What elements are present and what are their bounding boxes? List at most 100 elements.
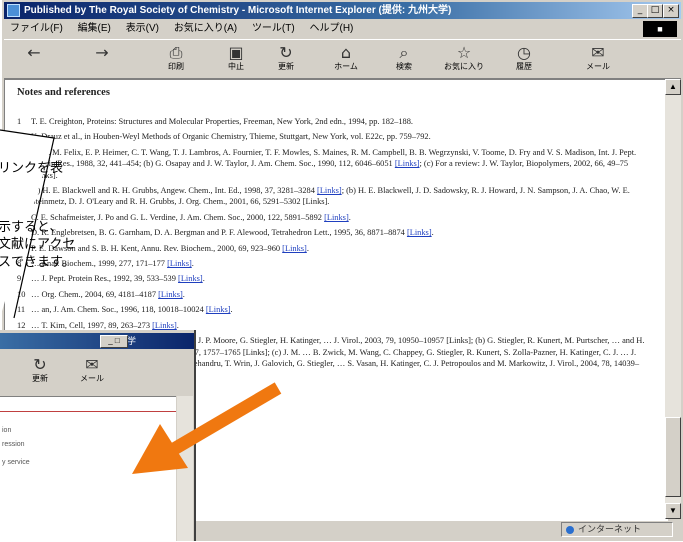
toolbar: ← → ⎙ 印刷 ▣ 中止 ↻ 更新 ⌂ ホーム ⌕ 検索 ☆ お気に入り ◷ … <box>4 39 681 79</box>
reference-item: 10 … Org. Chem., 2004, 69, 4181–4187 [Lin… <box>17 289 655 300</box>
forward-button[interactable]: → <box>80 44 124 76</box>
callout-line: リンクを表 <box>0 161 64 176</box>
reference-number: 3 <box>17 147 22 157</box>
reference-text: (a) H. E. Blackwell and R. H. Grubbs, An… <box>31 186 318 196</box>
ie-icon <box>7 4 20 17</box>
reference-text-tail: . <box>191 259 194 269</box>
menu-file[interactable]: ファイル(F) <box>4 20 69 38</box>
reference-link[interactable]: [Links] <box>206 305 231 314</box>
reference-number: 2 <box>17 132 22 142</box>
menu-tools[interactable]: ツール(T) <box>246 20 301 38</box>
reference-link[interactable]: [Links] <box>152 321 177 330</box>
history-button[interactable]: ◷ 履歴 <box>502 44 546 76</box>
reference-text-tail: . <box>230 305 233 315</box>
reference-item: 6 D. R. Englebretsen, B. G. Garnham, D. A… <box>17 227 655 238</box>
favorites-button[interactable]: ☆ お気に入り <box>442 44 486 76</box>
back-button[interactable]: ← <box>12 44 56 76</box>
menu-edit[interactable]: 編集(E) <box>72 20 117 38</box>
reference-text-tail: . <box>182 289 185 299</box>
popup-mail-button[interactable]: ✉ メール <box>70 356 114 388</box>
reference-text: … Org. Chem., 2004, 69, 4181–4187 <box>31 289 159 299</box>
reference-link[interactable]: [Links] <box>178 274 203 283</box>
stop-button[interactable]: ▣ 中止 <box>214 44 258 76</box>
stop-icon: ▣ <box>228 43 244 62</box>
reference-text: D. R. Englebretsen, B. G. Garnham, D. A.… <box>31 228 407 238</box>
windows-logo-icon: ■ <box>643 21 677 37</box>
reference-number: 10 <box>17 289 26 299</box>
window-title: Published by The Royal Society of Chemis… <box>24 5 452 16</box>
reference-item: 1 T. E. Creighton, Proteins: Structures a… <box>17 116 655 127</box>
reference-link[interactable]: [Links] <box>317 186 342 195</box>
reference-text: K. Drauz et al., in Houben-Weyl Methods … <box>31 132 431 142</box>
popup-window-buttons[interactable]: _ □ <box>100 335 128 348</box>
back-icon: ← <box>27 43 41 62</box>
vertical-scrollbar[interactable]: ▲ ▼ <box>665 79 681 519</box>
reference-link[interactable]: [Links] <box>158 290 183 299</box>
mail-icon: ✉ <box>85 355 99 374</box>
favorites-icon: ☆ <box>456 43 472 62</box>
reference-text-tail: . <box>202 274 205 284</box>
search-icon: ⌕ <box>399 43 409 62</box>
popup-title-bar[interactable]: 九州大学 _ □ <box>0 333 194 349</box>
popup-text-line: ression <box>2 441 25 448</box>
reference-item: 9 … J. Pept. Protein Res., 1992, 39, 533–… <box>17 273 655 284</box>
popup-toolbar: ↻ 更新 ✉ メール <box>0 350 194 394</box>
mail-button[interactable]: ✉ メール <box>576 44 620 76</box>
reference-link[interactable]: [Links] <box>407 228 432 237</box>
reference-text-tail: . <box>306 243 309 253</box>
print-icon: ⎙ <box>169 43 183 62</box>
reference-item: 3 (a) A. M. Felix, E. P. Heimer, C. T. Wa… <box>17 147 655 181</box>
maximize-button[interactable]: □ <box>647 4 663 18</box>
menu-favorites[interactable]: お気に入り(A) <box>168 20 243 38</box>
menu-view[interactable]: 表示(V) <box>120 20 165 38</box>
popup-content: ion ression y service <box>0 396 176 542</box>
popup-refresh-button[interactable]: ↻ 更新 <box>18 356 62 388</box>
reference-link[interactable]: [Links] <box>324 213 349 222</box>
reference-text: … J. Pept. Protein Res., 1992, 39, 533–5… <box>31 274 179 284</box>
reference-link[interactable]: [Links] <box>167 259 192 268</box>
popup-scrollbar[interactable] <box>177 396 193 541</box>
callout-line: 文献にアクセ <box>0 237 76 252</box>
scroll-down-button[interactable]: ▼ <box>665 503 681 519</box>
reference-item: 5 C. E. Schafmeister, J. Po and G. L. Ver… <box>17 212 655 223</box>
popup-text-line: y service <box>2 459 30 466</box>
reference-item: 4 (a) H. E. Blackwell and R. H. Grubbs, A… <box>17 185 655 208</box>
reference-number: 11 <box>17 305 26 315</box>
menu-bar: ファイル(F) 編集(E) 表示(V) お気に入り(A) ツール(T) ヘルプ(… <box>4 20 681 38</box>
reference-item: 11 … an, J. Am. Chem. Soc., 1996, 118, 10… <box>17 304 655 315</box>
home-icon: ⌂ <box>340 43 352 62</box>
reference-link[interactable]: [Links] <box>282 244 307 253</box>
reference-number: 1 <box>17 117 22 126</box>
history-icon: ◷ <box>517 43 531 62</box>
reference-text: C. E. Schafmeister, J. Po and G. L. Verd… <box>31 212 325 222</box>
menu-help[interactable]: ヘルプ(H) <box>304 20 360 38</box>
callout-line: 示すると、 <box>0 220 63 235</box>
print-button[interactable]: ⎙ 印刷 <box>154 44 198 76</box>
reference-number: 9 <box>17 274 22 284</box>
mail-icon: ✉ <box>591 43 605 62</box>
refresh-icon: ↻ <box>33 355 47 374</box>
reference-text: … T. Kim, Cell, 1997, 89, 263–273 <box>31 320 153 330</box>
search-button[interactable]: ⌕ 検索 <box>382 44 426 76</box>
callout-line: スできます。 <box>0 255 75 270</box>
refresh-icon: ↻ <box>279 43 293 62</box>
reference-text: T. E. Creighton, Proteins: Structures an… <box>31 117 414 126</box>
popup-window: 九州大学 _ □ ↻ 更新 ✉ メール ion ression y servic… <box>0 330 196 542</box>
close-button[interactable]: × <box>663 4 679 18</box>
minimize-button[interactable]: _ <box>632 4 648 18</box>
reference-number: 4 <box>17 186 22 196</box>
home-button[interactable]: ⌂ ホーム <box>324 44 368 76</box>
scroll-thumb[interactable] <box>665 417 681 497</box>
reference-link[interactable]: [Links] <box>395 159 420 168</box>
reference-text-tail: . <box>431 228 434 238</box>
reference-text-tail: . <box>176 320 179 330</box>
reference-item: 2 K. Drauz et al., in Houben-Weyl Methods… <box>17 131 655 142</box>
scroll-up-button[interactable]: ▲ <box>665 79 681 95</box>
title-bar[interactable]: Published by The Royal Society of Chemis… <box>4 2 681 19</box>
reference-text-tail: . <box>348 212 351 222</box>
divider <box>0 411 176 412</box>
forward-icon: → <box>95 43 109 62</box>
security-zone: インターネット <box>561 522 673 537</box>
page-heading: Notes and references <box>17 87 110 98</box>
refresh-button[interactable]: ↻ 更新 <box>264 44 308 76</box>
